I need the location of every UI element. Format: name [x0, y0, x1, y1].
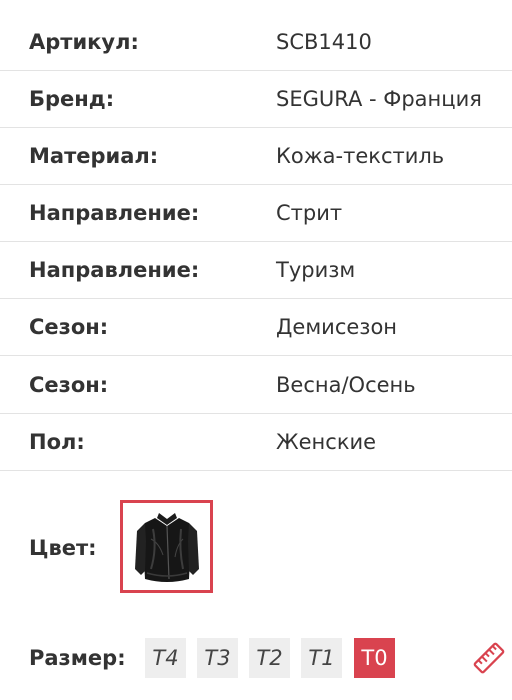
spec-label: Сезон: [29, 315, 109, 339]
spec-value: Демисезон [276, 315, 398, 339]
spec-row-direction: Направление: Стрит [0, 185, 512, 242]
spec-label: Бренд: [29, 87, 115, 111]
spec-row-material: Материал: Кожа-текстиль [0, 128, 512, 185]
spec-row-season: Сезон: Весна/Осень [0, 357, 512, 414]
jacket-thumbnail-icon [135, 513, 199, 582]
spec-value: Весна/Осень [276, 373, 416, 397]
spec-row-brand: Бренд: SEGURA - Франция [0, 71, 512, 128]
spec-value: SEGURA - Франция [276, 87, 482, 111]
color-swatch-selected[interactable] [120, 500, 213, 593]
size-option-t3[interactable]: T3 [197, 638, 238, 678]
spec-label: Пол: [29, 430, 85, 454]
spec-label: Сезон: [29, 373, 109, 397]
spec-value: SCB1410 [276, 30, 372, 54]
ruler-icon[interactable] [472, 641, 506, 675]
spec-label: Направление: [29, 258, 200, 282]
spec-value: Кожа-текстиль [276, 144, 445, 168]
size-option-t4[interactable]: T4 [145, 638, 186, 678]
spec-row-direction: Направление: Туризм [0, 242, 512, 299]
size-option-t0[interactable]: T0 [354, 638, 395, 678]
spec-value: Стрит [276, 201, 343, 225]
size-label: Размер: [29, 646, 126, 670]
spec-label: Артикул: [29, 30, 139, 54]
spec-label: Материал: [29, 144, 159, 168]
spec-label: Направление: [29, 201, 200, 225]
spec-row-article: Артикул: SCB1410 [0, 14, 512, 71]
spec-value: Женские [276, 430, 377, 454]
spec-row-gender: Пол: Женские [0, 414, 512, 471]
spec-row-season: Сезон: Демисезон [0, 299, 512, 356]
spec-value: Туризм [276, 258, 356, 282]
color-label: Цвет: [29, 536, 97, 560]
size-option-t1[interactable]: T1 [301, 638, 342, 678]
size-option-t2[interactable]: T2 [249, 638, 290, 678]
